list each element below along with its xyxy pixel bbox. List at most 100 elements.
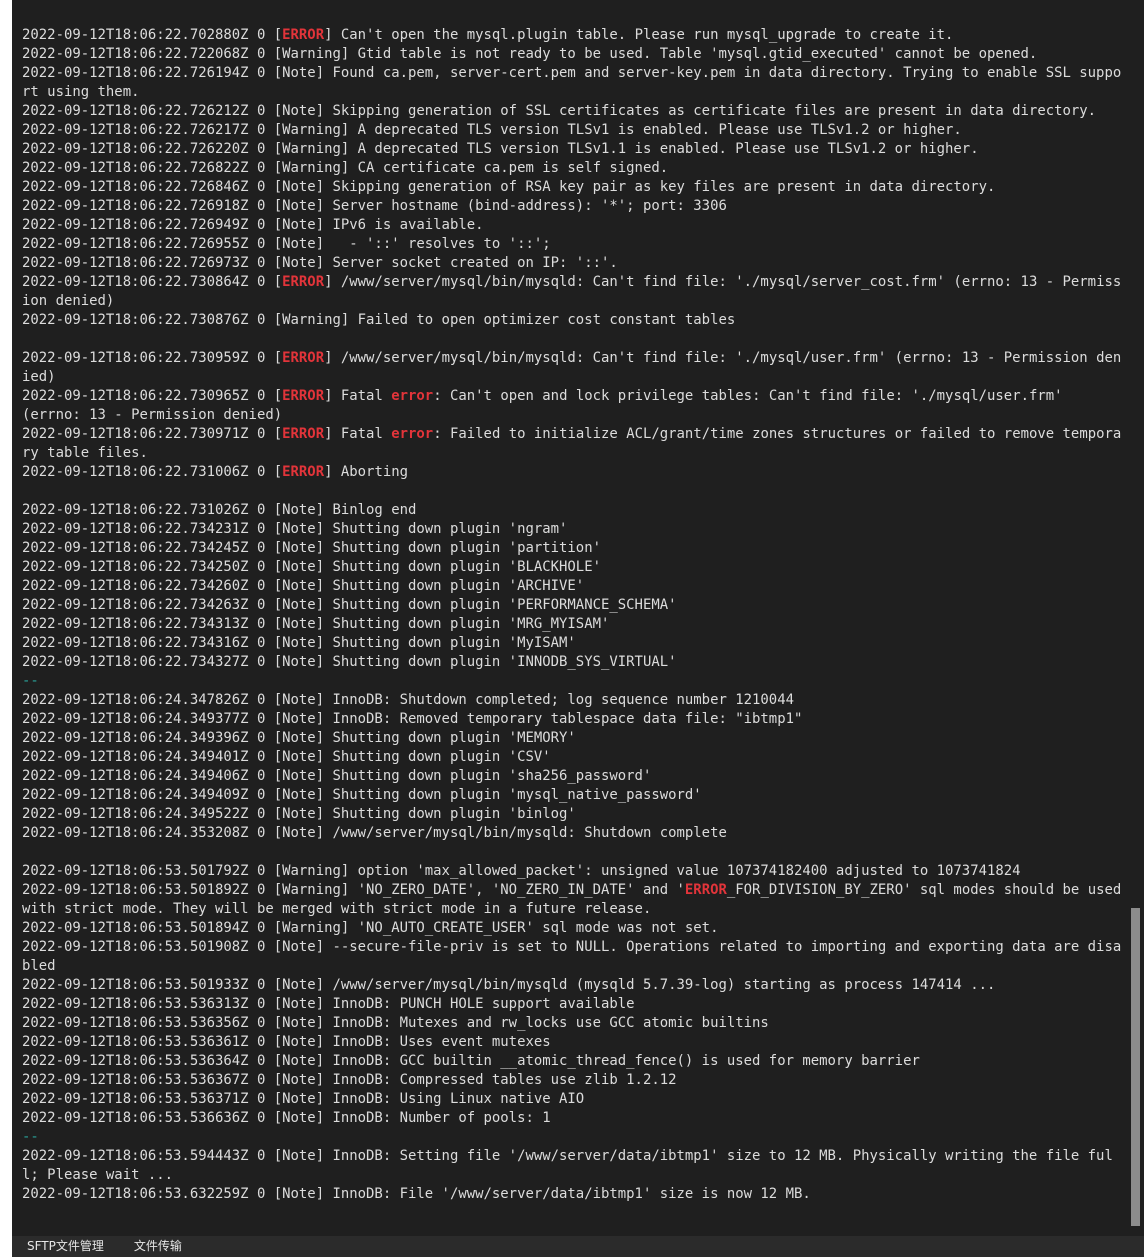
log-line: 2022-09-12T18:06:22.734316Z 0 [Note] Shu…	[22, 634, 1124, 653]
log-line: 2022-09-12T18:06:22.734327Z 0 [Note] Shu…	[22, 653, 1124, 672]
log-text: 2022-09-12T18:06:22.734327Z 0 [Note] Shu…	[22, 654, 677, 670]
log-text: 2022-09-12T18:06:53.501908Z 0 [Note] --s…	[22, 939, 1122, 974]
log-line: 2022-09-12T18:06:22.734313Z 0 [Note] Shu…	[22, 615, 1124, 634]
vertical-scrollbar[interactable]	[1130, 0, 1144, 1236]
log-line: 2022-09-12T18:06:22.726918Z 0 [Note] Ser…	[22, 197, 1124, 216]
log-content: 2022-09-12T18:06:22.702880Z 0 [ERROR] Ca…	[22, 26, 1124, 1204]
log-line: 2022-09-12T18:06:22.726212Z 0 [Note] Ski…	[22, 102, 1124, 121]
log-text: 2022-09-12T18:06:22.726949Z 0 [Note] IPv…	[22, 217, 484, 233]
log-text: 2022-09-12T18:06:22.730876Z 0 [Warning] …	[22, 312, 736, 328]
log-text: ] Aborting	[324, 464, 409, 480]
log-text: 2022-09-12T18:06:53.536364Z 0 [Note] Inn…	[22, 1053, 920, 1069]
log-line: 2022-09-12T18:06:53.501892Z 0 [Warning] …	[22, 881, 1124, 919]
log-line: 2022-09-12T18:06:53.536364Z 0 [Note] Inn…	[22, 1052, 1124, 1071]
error-keyword: ERROR	[282, 388, 325, 404]
log-line: 2022-09-12T18:06:22.734245Z 0 [Note] Shu…	[22, 539, 1124, 558]
log-line: 2022-09-12T18:06:22.730876Z 0 [Warning] …	[22, 311, 1124, 330]
log-text: 2022-09-12T18:06:22.726846Z 0 [Note] Ski…	[22, 179, 996, 195]
log-line: 2022-09-12T18:06:24.347826Z 0 [Note] Inn…	[22, 691, 1124, 710]
log-blank-line	[22, 482, 1124, 501]
log-text: ] Fatal	[324, 426, 392, 442]
log-text: 2022-09-12T18:06:53.536636Z 0 [Note] Inn…	[22, 1110, 551, 1126]
log-text: 2022-09-12T18:06:24.349522Z 0 [Note] Shu…	[22, 806, 576, 822]
log-line: 2022-09-12T18:06:53.501894Z 0 [Warning] …	[22, 919, 1124, 938]
error-keyword: ERROR	[282, 350, 325, 366]
log-text: 2022-09-12T18:06:22.726194Z 0 [Note] Fou…	[22, 65, 1122, 100]
log-text: ] Fatal	[324, 388, 392, 404]
log-line: 2022-09-12T18:06:53.536367Z 0 [Note] Inn…	[22, 1071, 1124, 1090]
log-line: 2022-09-12T18:06:24.349401Z 0 [Note] Shu…	[22, 748, 1124, 767]
log-text: 2022-09-12T18:06:22.730959Z 0 [	[22, 350, 283, 366]
log-line: 2022-09-12T18:06:53.501908Z 0 [Note] --s…	[22, 938, 1124, 976]
log-line: 2022-09-12T18:06:24.353208Z 0 [Note] /ww…	[22, 824, 1124, 843]
log-text: 2022-09-12T18:06:22.734231Z 0 [Note] Shu…	[22, 521, 568, 537]
log-line: 2022-09-12T18:06:22.731026Z 0 [Note] Bin…	[22, 501, 1124, 520]
log-blank-line	[22, 330, 1124, 349]
log-text: 2022-09-12T18:06:53.501894Z 0 [Warning] …	[22, 920, 719, 936]
error-keyword: error	[391, 388, 434, 404]
log-text: 2022-09-12T18:06:53.594443Z 0 [Note] Inn…	[22, 1148, 1113, 1183]
log-line: 2022-09-12T18:06:22.726220Z 0 [Warning] …	[22, 140, 1124, 159]
log-line: 2022-09-12T18:06:22.731006Z 0 [ERROR] Ab…	[22, 463, 1124, 482]
log-line: 2022-09-12T18:06:22.734263Z 0 [Note] Shu…	[22, 596, 1124, 615]
log-separator: --	[22, 1129, 39, 1145]
log-text: 2022-09-12T18:06:53.536361Z 0 [Note] Inn…	[22, 1034, 551, 1050]
log-text: 2022-09-12T18:06:24.349401Z 0 [Note] Shu…	[22, 749, 551, 765]
log-text: 2022-09-12T18:06:24.349409Z 0 [Note] Shu…	[22, 787, 702, 803]
tab-file-transfer[interactable]: 文件传输	[119, 1236, 197, 1257]
log-text: 2022-09-12T18:06:22.726220Z 0 [Warning] …	[22, 141, 979, 157]
log-text: 2022-09-12T18:06:22.734260Z 0 [Note] Shu…	[22, 578, 585, 594]
log-line: 2022-09-12T18:06:24.349409Z 0 [Note] Shu…	[22, 786, 1124, 805]
log-line: 2022-09-12T18:06:24.349406Z 0 [Note] Shu…	[22, 767, 1124, 786]
log-line: --	[22, 672, 1124, 691]
error-keyword: ERROR	[282, 426, 325, 442]
error-keyword: ERROR	[282, 27, 325, 43]
log-text: (errno: 13 - Permission denied)	[22, 407, 283, 423]
log-text: 2022-09-12T18:06:53.501933Z 0 [Note] /ww…	[22, 977, 996, 993]
log-text: 2022-09-12T18:06:22.702880Z 0 [	[22, 27, 283, 43]
log-line: 2022-09-12T18:06:53.536313Z 0 [Note] Inn…	[22, 995, 1124, 1014]
log-separator: --	[22, 673, 39, 689]
log-line: 2022-09-12T18:06:24.349377Z 0 [Note] Inn…	[22, 710, 1124, 729]
log-text: 2022-09-12T18:06:24.349406Z 0 [Note] Shu…	[22, 768, 652, 784]
log-line: 2022-09-12T18:06:53.594443Z 0 [Note] Inn…	[22, 1147, 1124, 1185]
log-line: 2022-09-12T18:06:53.536356Z 0 [Note] Inn…	[22, 1014, 1124, 1033]
log-text: 2022-09-12T18:06:53.536367Z 0 [Note] Inn…	[22, 1072, 677, 1088]
log-text: 2022-09-12T18:06:53.501892Z 0 [Warning] …	[22, 882, 685, 898]
log-line: 2022-09-12T18:06:22.730971Z 0 [ERROR] Fa…	[22, 425, 1124, 463]
log-line: 2022-09-12T18:06:22.702880Z 0 [ERROR] Ca…	[22, 26, 1124, 45]
log-line: 2022-09-12T18:06:53.632259Z 0 [Note] Inn…	[22, 1185, 1124, 1204]
log-text: 2022-09-12T18:06:22.726212Z 0 [Note] Ski…	[22, 103, 1097, 119]
log-line: 2022-09-12T18:06:53.536371Z 0 [Note] Inn…	[22, 1090, 1124, 1109]
log-line: 2022-09-12T18:06:22.734231Z 0 [Note] Shu…	[22, 520, 1124, 539]
log-text: 2022-09-12T18:06:22.730965Z 0 [	[22, 388, 283, 404]
log-line: 2022-09-12T18:06:53.501933Z 0 [Note] /ww…	[22, 976, 1124, 995]
log-line: 2022-09-12T18:06:22.726217Z 0 [Warning] …	[22, 121, 1124, 140]
scrollbar-thumb[interactable]	[1131, 908, 1140, 1226]
error-keyword: ERROR	[282, 464, 325, 480]
log-line: 2022-09-12T18:06:24.349396Z 0 [Note] Shu…	[22, 729, 1124, 748]
log-line: 2022-09-12T18:06:22.734260Z 0 [Note] Shu…	[22, 577, 1124, 596]
log-text: 2022-09-12T18:06:53.501792Z 0 [Warning] …	[22, 863, 1021, 879]
log-text: 2022-09-12T18:06:22.726955Z 0 [Note] - '…	[22, 236, 551, 252]
log-text: 2022-09-12T18:06:22.726918Z 0 [Note] Ser…	[22, 198, 727, 214]
log-text: 2022-09-12T18:06:24.347826Z 0 [Note] Inn…	[22, 692, 794, 708]
log-text: 2022-09-12T18:06:24.349396Z 0 [Note] Shu…	[22, 730, 576, 746]
log-text: 2022-09-12T18:06:22.730864Z 0 [	[22, 274, 283, 290]
log-text: 2022-09-12T18:06:22.722068Z 0 [Warning] …	[22, 46, 1038, 62]
log-text: 2022-09-12T18:06:22.730971Z 0 [	[22, 426, 283, 442]
log-text: 2022-09-12T18:06:53.536356Z 0 [Note] Inn…	[22, 1015, 769, 1031]
error-keyword: ERROR	[684, 882, 727, 898]
log-text: 2022-09-12T18:06:22.731026Z 0 [Note] Bin…	[22, 502, 417, 518]
log-text: 2022-09-12T18:06:22.734263Z 0 [Note] Shu…	[22, 597, 677, 613]
log-text: 2022-09-12T18:06:24.349377Z 0 [Note] Inn…	[22, 711, 803, 727]
log-text: 2022-09-12T18:06:53.632259Z 0 [Note] Inn…	[22, 1186, 811, 1202]
log-line: 2022-09-12T18:06:22.726973Z 0 [Note] Ser…	[22, 254, 1124, 273]
log-line: 2022-09-12T18:06:24.349522Z 0 [Note] Shu…	[22, 805, 1124, 824]
tab-sftp-file-manager[interactable]: SFTP文件管理	[12, 1236, 119, 1257]
log-text: 2022-09-12T18:06:24.353208Z 0 [Note] /ww…	[22, 825, 727, 841]
log-line: 2022-09-12T18:06:53.536636Z 0 [Note] Inn…	[22, 1109, 1124, 1128]
terminal-output[interactable]: 2022-09-12T18:06:22.702880Z 0 [ERROR] Ca…	[12, 0, 1130, 1236]
bottom-tab-bar: SFTP文件管理 文件传输	[12, 1236, 1144, 1257]
log-line: --	[22, 1128, 1124, 1147]
